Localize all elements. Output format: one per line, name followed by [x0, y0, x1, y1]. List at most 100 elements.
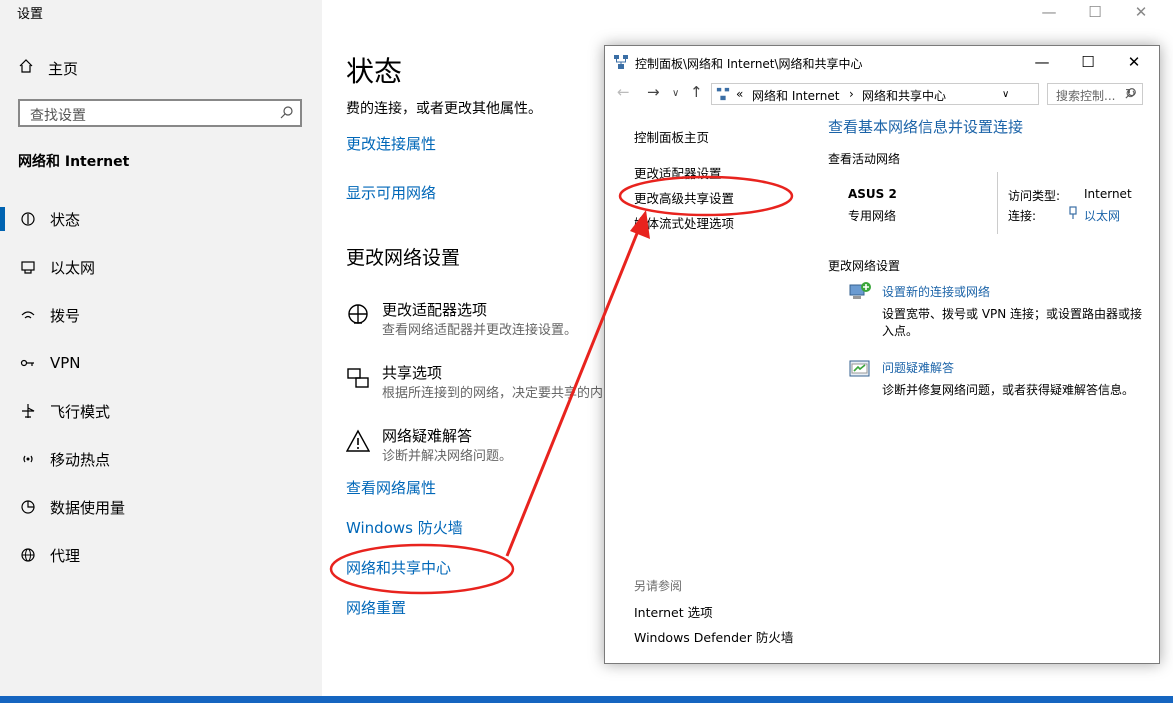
globe-icon [18, 547, 38, 563]
network-reset-link[interactable]: 网络重置 [346, 597, 406, 618]
change-network-settings-label: 更改网络设置 [828, 259, 901, 273]
option-title: 共享选项 [382, 364, 443, 382]
media-streaming-link[interactable]: 媒体流式处理选项 [634, 213, 734, 232]
network-sharing-center-link[interactable]: 网络和共享中心 [346, 557, 451, 578]
home-nav-item[interactable]: 主页 [18, 58, 78, 78]
windows-firewall-link[interactable]: Windows 防火墙 [346, 517, 463, 538]
taskbar-strip [0, 696, 1173, 703]
up-arrow-icon[interactable]: ↑ [690, 83, 703, 101]
nav-label: 以太网 [50, 258, 96, 277]
active-networks-label: 查看活动网络 [828, 152, 901, 166]
breadcrumb-network-internet[interactable]: 网络和 Internet [752, 87, 839, 104]
change-adapter-settings-link[interactable]: 更改适配器设置 [634, 163, 722, 182]
setup-new-connection-link[interactable]: 设置新的连接或网络 [882, 283, 990, 300]
network-center-icon [613, 54, 629, 74]
settings-sidebar: 设置 主页 查找设置 网络和 Internet 状态 以太网 拨号 VPN 飞行… [0, 0, 322, 696]
status-description: 费的连接，或者更改其他属性。 [346, 101, 542, 117]
control-panel-window: 控制面板\网络和 Internet\网络和共享中心 — ☐ ✕ ← → ∨ ↑ … [604, 45, 1160, 664]
new-connection-icon [848, 280, 872, 308]
data-usage-icon [18, 499, 38, 515]
nav-label: 代理 [50, 546, 81, 565]
cp-search-icon [1125, 87, 1137, 102]
nav-label: 数据使用量 [50, 498, 126, 517]
option-desc: 根据所连接到的网络，决定要共享的内 [382, 386, 604, 401]
dialup-icon [18, 307, 38, 323]
ethernet-icon [18, 259, 38, 275]
cp-heading: 查看基本网络信息并设置连接 [828, 118, 1024, 136]
adapter-icon [346, 303, 370, 331]
vpn-icon [18, 355, 38, 371]
hotspot-icon [18, 451, 38, 467]
option-title: 网络疑难解答 [382, 427, 473, 445]
airplane-icon [18, 403, 38, 419]
troubleshoot-options[interactable]: 网络疑难解答 诊断并解决网络问题。 [345, 425, 646, 465]
home-label: 主页 [48, 59, 79, 78]
recent-dropdown-icon[interactable]: ∨ [672, 88, 679, 99]
nav-item-dialup[interactable]: 拨号 [0, 295, 322, 335]
nav-item-airplane[interactable]: 飞行模式 [0, 391, 322, 431]
control-panel-title: 控制面板\网络和 Internet\网络和共享中心 [635, 57, 863, 71]
change-network-settings-title: 更改网络设置 [346, 247, 461, 269]
nav-item-vpn[interactable]: VPN [0, 343, 322, 383]
search-placeholder: 查找设置 [30, 108, 86, 124]
nav-item-status[interactable]: 状态 [0, 199, 322, 239]
option-desc: 查看网络适配器并更改连接设置。 [382, 323, 578, 338]
home-icon [18, 58, 34, 78]
cp-search-placeholder: 搜索控制... [1056, 89, 1116, 103]
view-network-props-link[interactable]: 查看网络属性 [346, 477, 436, 498]
show-available-networks-link[interactable]: 显示可用网络 [346, 182, 436, 203]
troubleshoot-problems-link[interactable]: 问题疑难解答 [882, 359, 954, 376]
address-network-icon [716, 87, 730, 104]
address-bar[interactable]: « 网络和 Internet › 网络和共享中心 ∨ ↻ [711, 83, 1136, 105]
troubleshoot-icon [848, 358, 872, 386]
breadcrumb-sharing-center[interactable]: 网络和共享中心 [862, 87, 946, 104]
status-icon [18, 211, 38, 227]
nav-label: 状态 [50, 210, 81, 229]
forward-arrow-icon[interactable]: → [647, 83, 660, 101]
adapter-options[interactable]: 更改适配器选项 查看网络适配器并更改连接设置。 [346, 299, 646, 339]
cp-close-button[interactable]: ✕ [1111, 46, 1157, 78]
option-desc: 诊断并解决网络问题。 [382, 449, 513, 464]
connection-label: 连接: [1008, 209, 1037, 223]
cp-home-link[interactable]: 控制面板主页 [634, 127, 709, 146]
access-type-label: 访问类型: [1008, 189, 1061, 203]
change-connection-props-link[interactable]: 更改连接属性 [346, 133, 436, 154]
nav-item-proxy[interactable]: 代理 [0, 535, 322, 575]
section-title: 网络和 Internet [18, 154, 130, 170]
breadcrumb-separator: › [849, 87, 854, 101]
sharing-icon [346, 366, 370, 394]
access-type-value: Internet [1084, 187, 1132, 201]
address-dropdown-icon[interactable]: ∨ [1002, 89, 1009, 100]
network-type: 专用网络 [848, 209, 897, 223]
search-input[interactable]: 查找设置 [18, 99, 302, 127]
cp-minimize-button[interactable]: — [1019, 46, 1065, 78]
nav-label: 飞行模式 [50, 402, 111, 421]
warning-icon [345, 429, 371, 457]
nav-label: 拨号 [50, 306, 81, 325]
setup-connection-desc-2: 入点。 [882, 324, 919, 338]
breadcrumb-overflow[interactable]: « [736, 87, 743, 101]
see-also-label: 另请参阅 [634, 579, 683, 593]
option-title: 更改适配器选项 [382, 301, 488, 319]
nav-label: 移动热点 [50, 450, 111, 469]
app-title: 设置 [17, 7, 44, 22]
setup-connection-desc-1: 设置宽带、拨号或 VPN 连接；或设置路由器或接 [882, 307, 1143, 321]
ethernet-connection-link[interactable]: 以太网 [1084, 207, 1120, 224]
sharing-options[interactable]: 共享选项 根据所连接到的网络，决定要共享的内 [346, 362, 646, 402]
nav-label: VPN [50, 354, 81, 372]
troubleshoot-desc: 诊断并修复网络问题，或者获得疑难解答信息。 [882, 383, 1135, 397]
change-advanced-sharing-link[interactable]: 更改高级共享设置 [634, 188, 734, 207]
cp-search-input[interactable]: 搜索控制... [1047, 83, 1143, 105]
back-arrow-icon[interactable]: ← [617, 83, 630, 101]
nav-item-data-usage[interactable]: 数据使用量 [0, 487, 322, 527]
network-name: ASUS 2 [848, 187, 897, 201]
nav-item-ethernet[interactable]: 以太网 [0, 247, 322, 287]
defender-firewall-link[interactable]: Windows Defender 防火墙 [634, 627, 793, 646]
internet-options-link[interactable]: Internet 选项 [634, 602, 713, 621]
nav-item-hotspot[interactable]: 移动热点 [0, 439, 322, 479]
cp-maximize-button[interactable]: ☐ [1065, 46, 1111, 78]
page-title: 状态 [346, 55, 403, 88]
ethernet-plug-icon [1068, 206, 1078, 224]
divider [997, 172, 998, 234]
search-icon [280, 105, 294, 123]
